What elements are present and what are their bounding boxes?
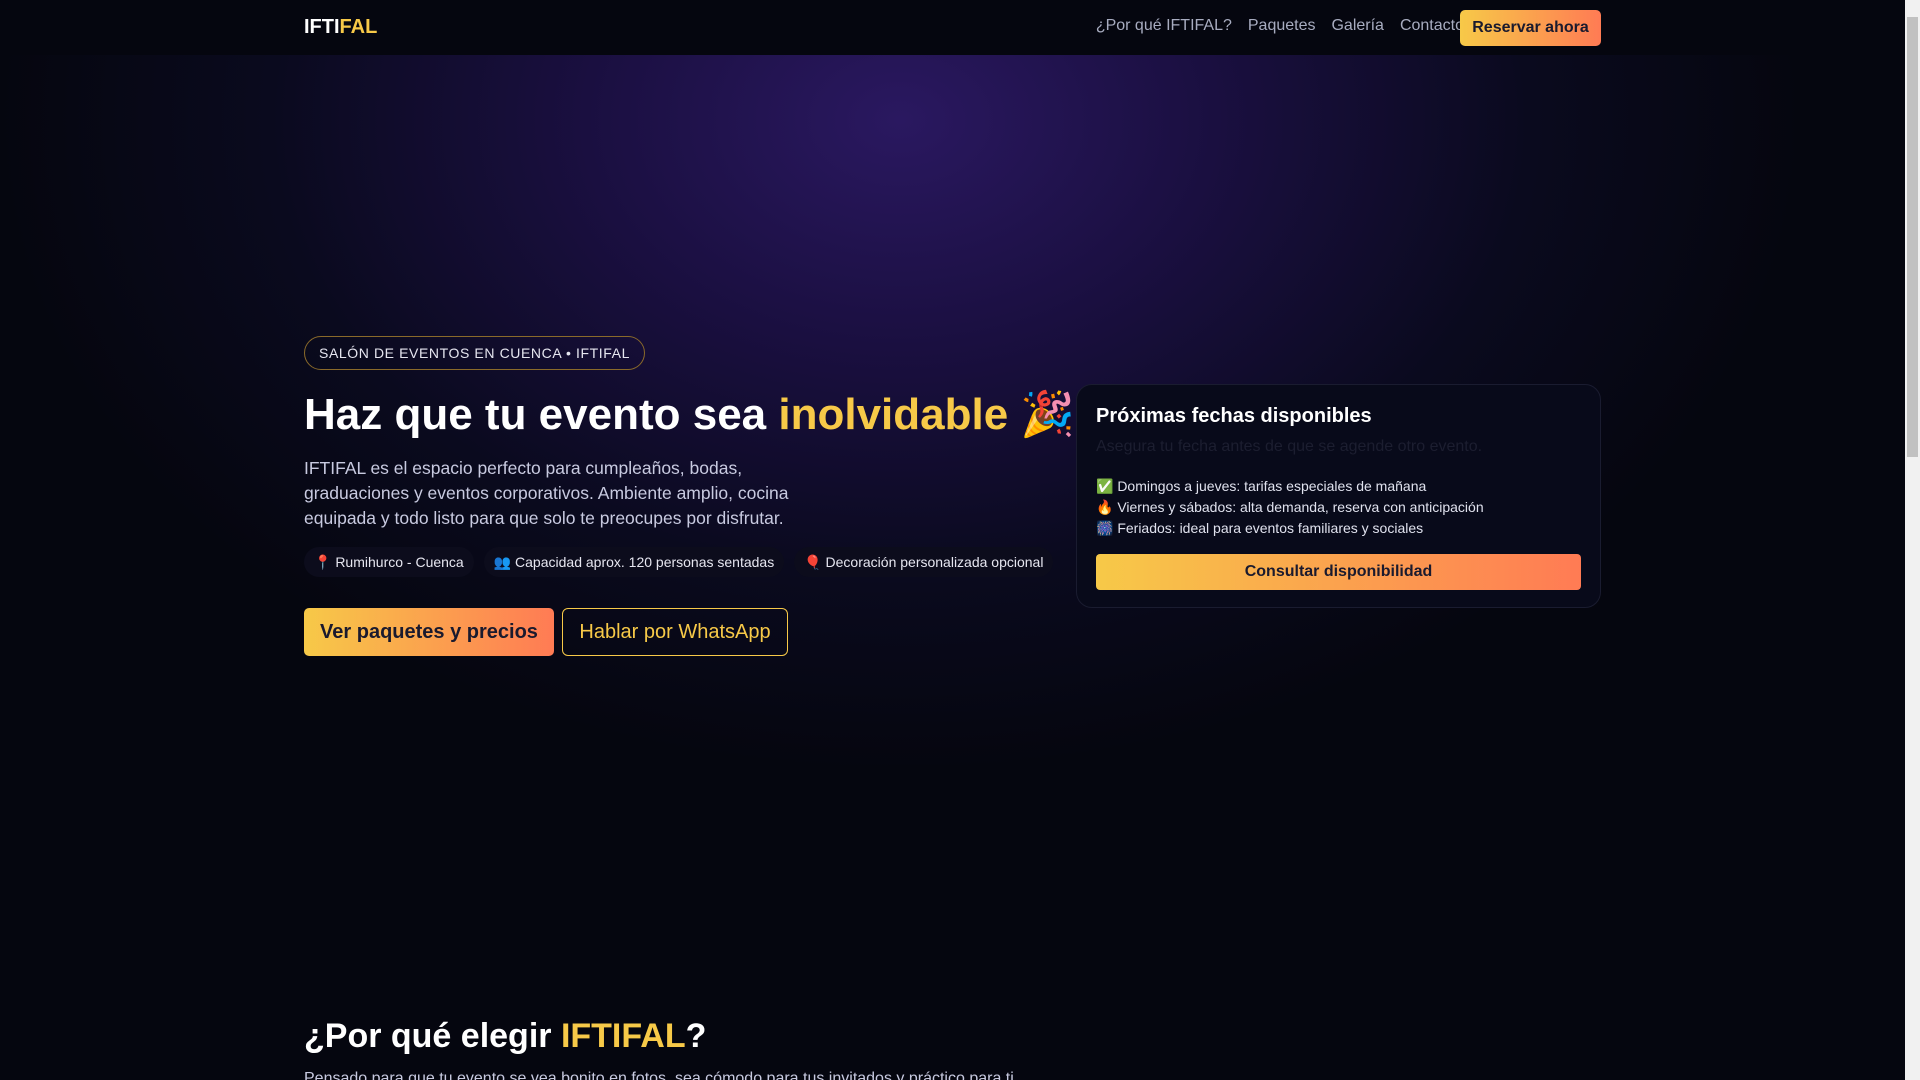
logo-accent: FAL (339, 16, 378, 38)
logo-text: IFTI (304, 16, 340, 38)
hero-description: IFTIFAL es el espacio perfecto para cump… (304, 458, 789, 528)
chip-capacity: 👥 Capacidad aprox. 120 personas sentadas (483, 547, 785, 577)
scrollbar-thumb[interactable] (1907, 17, 1918, 457)
hero-title-accent: inolvidable (778, 390, 1009, 439)
nav-link-paquetes[interactable]: Paquetes (1248, 17, 1316, 35)
feature-chips: 📍 Rumihurco - Cuenca 👥 Capacidad aprox. … (304, 547, 1054, 577)
nav-links: ¿Por qué IFTIFAL? Paquetes Galería Conta… (1096, 17, 1464, 35)
hero-title: Haz que tu evento sea inolvidable 🎉 (304, 388, 1075, 440)
scrollbar[interactable] (1905, 0, 1920, 1080)
nav-link-contacto[interactable]: Contacto (1400, 17, 1464, 35)
page: IFTIFAL ¿Por qué IFTIFAL? Paquetes Galer… (0, 0, 1905, 1080)
card-title: Próximas fechas disponibles (1096, 405, 1372, 427)
hero-badge: SALÓN DE EVENTOS EN CUENCA • IFTIFAL (304, 336, 645, 370)
availability-card: Próximas fechas disponibles Asegura tu f… (1076, 384, 1601, 608)
check-availability-button[interactable]: Consultar disponibilidad (1096, 554, 1581, 590)
logo[interactable]: IFTIFAL (304, 16, 377, 39)
list-item: 🔥 Viernes y sábados: alta demanda, reser… (1096, 499, 1484, 515)
nav-link-por-que[interactable]: ¿Por qué IFTIFAL? (1096, 17, 1232, 35)
why-section-title: ¿Por qué elegir IFTIFAL? (304, 1017, 706, 1056)
section-background (0, 900, 1905, 1080)
hero-title-text: Haz que tu evento sea (304, 390, 779, 439)
navbar: IFTIFAL ¿Por qué IFTIFAL? Paquetes Galer… (0, 0, 1905, 55)
availability-list: ✅ Domingos a jueves: tarifas especiales … (1096, 476, 1484, 539)
why-section-text: Pensado para que tu evento se vea bonito… (304, 1070, 1019, 1080)
list-item: 🎆 Feriados: ideal para eventos familiare… (1096, 520, 1424, 536)
chip-decoration: 🎈 Decoración personalizada opcional (794, 547, 1054, 577)
card-subtitle: Asegura tu fecha antes de que se agende … (1096, 438, 1483, 455)
reserve-button[interactable]: Reservar ahora (1460, 10, 1601, 46)
why-title-text: ¿Por qué elegir (304, 1017, 561, 1055)
list-item: ✅ Domingos a jueves: tarifas especiales … (1096, 478, 1427, 494)
whatsapp-button[interactable]: Hablar por WhatsApp (562, 608, 788, 656)
nav-link-galeria[interactable]: Galería (1331, 17, 1383, 35)
party-popper-icon: 🎉 (1020, 390, 1076, 439)
chip-location: 📍 Rumihurco - Cuenca (304, 547, 474, 577)
why-title-accent: IFTIFAL (560, 1017, 686, 1055)
why-title-end: ? (685, 1017, 707, 1055)
view-packages-button[interactable]: Ver paquetes y precios (304, 608, 554, 656)
